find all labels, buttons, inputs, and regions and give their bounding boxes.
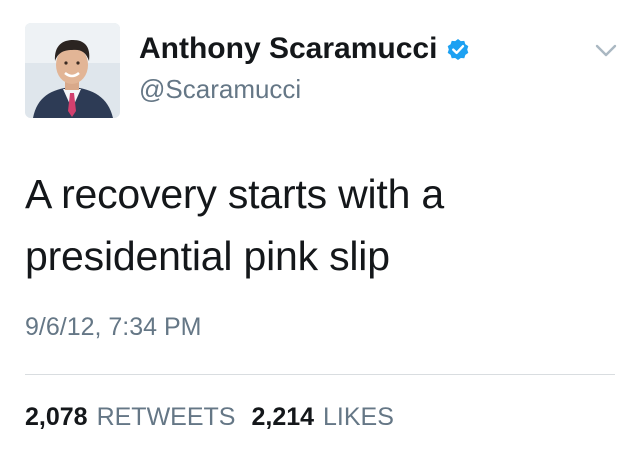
- avatar[interactable]: [25, 23, 120, 118]
- author-display-name[interactable]: Anthony Scaramucci: [139, 30, 437, 68]
- likes-count: 2,214: [251, 403, 315, 431]
- tweet-card: Anthony Scaramucci @Scaramucci A recover…: [0, 0, 640, 460]
- tweet-text: A recovery starts with a presidential pi…: [25, 163, 615, 287]
- retweets-count: 2,078: [25, 403, 88, 431]
- tweet-text-line: A recovery starts with a: [25, 171, 445, 217]
- verified-badge-icon: [445, 36, 471, 62]
- tweet-text-line: presidential pink slip: [25, 233, 390, 279]
- chevron-down-icon[interactable]: [594, 43, 618, 59]
- retweets-stat[interactable]: 2,078 RETWEETS: [25, 401, 235, 433]
- avatar-photo: [25, 23, 120, 118]
- likes-label: LIKES: [323, 403, 394, 431]
- tweet-stats: 2,078 RETWEETS 2,214 LIKES: [25, 401, 394, 433]
- divider: [25, 374, 615, 375]
- author-name-row: Anthony Scaramucci: [139, 30, 471, 68]
- tweet-timestamp[interactable]: 9/6/12, 7:34 PM: [25, 311, 202, 343]
- likes-stat[interactable]: 2,214 LIKES: [251, 401, 393, 433]
- author-handle[interactable]: @Scaramucci: [139, 73, 301, 105]
- retweets-label: RETWEETS: [96, 403, 236, 431]
